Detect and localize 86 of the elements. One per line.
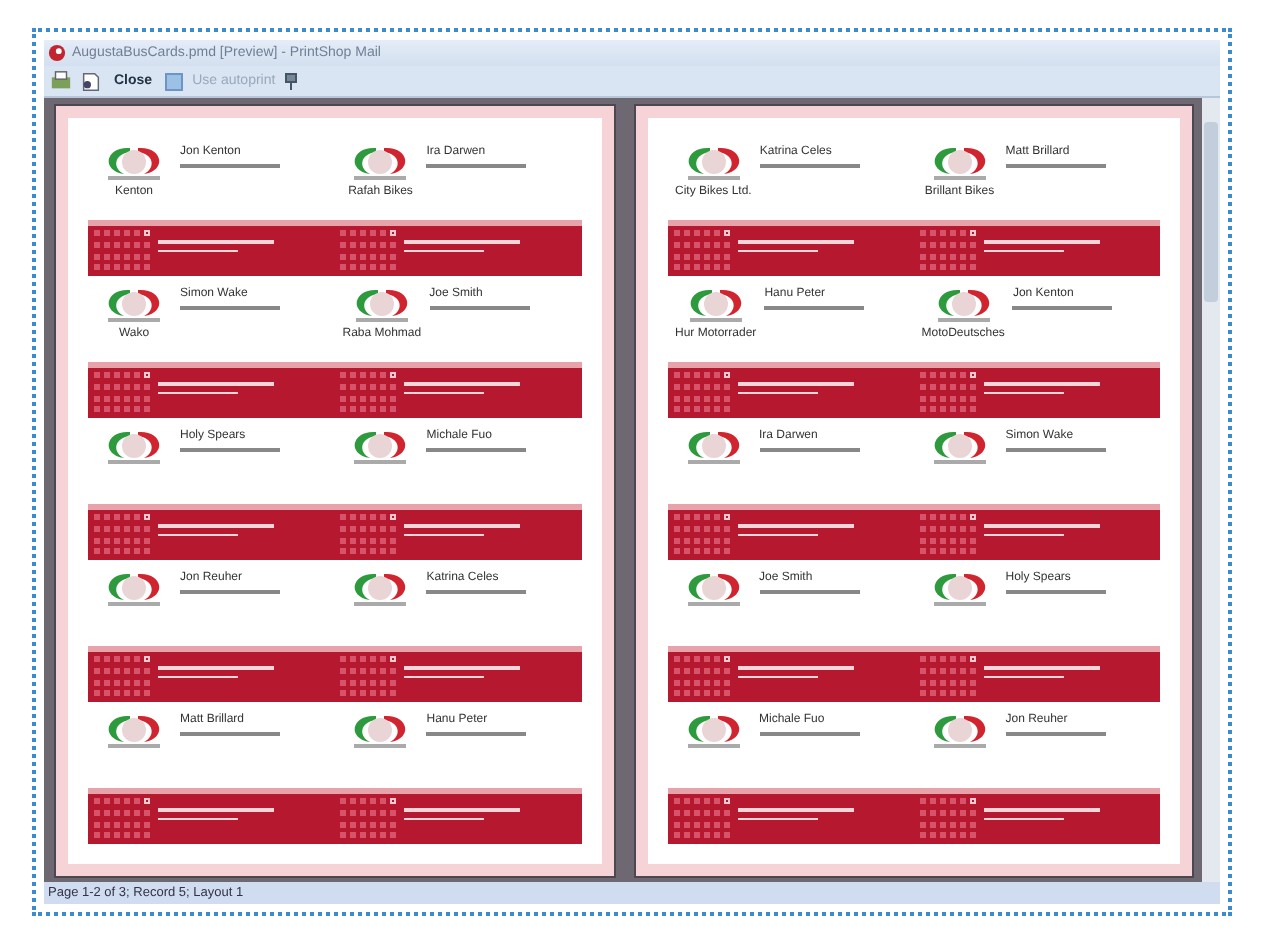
dot-pattern — [340, 372, 397, 414]
illegible-text-line — [737, 817, 817, 820]
illegible-text-line — [404, 675, 485, 678]
illegible-text-line — [158, 249, 238, 252]
illegible-text-line — [426, 590, 527, 594]
illegible-text-line — [983, 817, 1064, 820]
illegible-text-line — [737, 240, 853, 243]
illegible-text-line — [737, 666, 853, 669]
illegible-text-line — [983, 524, 1100, 527]
illegible-text-line — [404, 817, 485, 820]
illegible-text-line — [404, 524, 521, 527]
illegible-text-line — [404, 808, 521, 811]
illegible-text-line — [158, 675, 238, 678]
dot-pattern — [673, 514, 729, 556]
illegible-text-line — [429, 306, 530, 310]
illegible-text-line — [759, 164, 860, 168]
illegible-text-line — [426, 164, 527, 168]
dot-pattern — [340, 798, 397, 840]
dot-pattern — [340, 656, 397, 698]
illegible-text-line — [404, 391, 485, 394]
illegible-text-line — [983, 382, 1100, 385]
dot-pattern — [919, 514, 976, 556]
illegible-text-line — [180, 590, 280, 594]
page-icon[interactable] — [80, 70, 102, 92]
illegible-text-line — [158, 808, 274, 811]
scrollbar[interactable] — [1202, 98, 1220, 882]
illegible-text-line — [737, 249, 817, 252]
illegible-text-line — [737, 391, 817, 394]
illegible-text-line — [158, 817, 238, 820]
dot-pattern — [94, 656, 150, 698]
illegible-text-line — [983, 533, 1064, 536]
app-icon — [48, 44, 66, 62]
illegible-text-line — [180, 732, 280, 736]
illegible-text-line — [180, 448, 280, 452]
illegible-text-line — [737, 524, 853, 527]
dot-pattern — [94, 230, 150, 272]
illegible-text-line — [404, 240, 521, 243]
illegible-text-line — [737, 675, 817, 678]
illegible-text-line — [983, 675, 1064, 678]
illegible-text-line — [1005, 164, 1106, 168]
illegible-text-line — [759, 732, 859, 736]
dot-pattern — [94, 798, 150, 840]
illegible-text-line — [404, 666, 521, 669]
dot-pattern — [919, 230, 976, 272]
pin-icon[interactable] — [283, 72, 298, 90]
dot-pattern — [673, 230, 729, 272]
autoprint-icon — [164, 71, 185, 91]
illegible-text-line — [180, 306, 280, 310]
illegible-text-line — [158, 382, 274, 385]
illegible-text-line — [983, 391, 1064, 394]
illegible-text-line — [158, 533, 238, 536]
dot-pattern — [94, 514, 150, 556]
illegible-text-line — [764, 306, 865, 310]
illegible-text-line — [158, 666, 274, 669]
illegible-text-line — [158, 391, 238, 394]
dot-pattern — [340, 514, 397, 556]
dot-pattern — [673, 656, 729, 698]
dot-pattern — [340, 230, 397, 272]
illegible-text-line — [737, 382, 853, 385]
illegible-text-line — [1005, 590, 1106, 594]
illegible-text-line — [158, 524, 274, 527]
illegible-text-line — [1005, 448, 1106, 452]
illegible-text-line — [759, 448, 859, 452]
dot-pattern — [919, 798, 976, 840]
dot-pattern — [919, 656, 976, 698]
illegible-text-line — [737, 808, 853, 811]
illegible-text-line — [158, 240, 274, 243]
dot-pattern — [919, 372, 976, 414]
dot-pattern — [673, 372, 729, 414]
dot-pattern — [94, 372, 150, 414]
illegible-text-line — [759, 590, 859, 594]
printer-icon[interactable] — [50, 70, 72, 92]
dot-pattern — [673, 798, 729, 840]
illegible-text-line — [404, 249, 485, 252]
illegible-text-line — [983, 249, 1064, 252]
illegible-text-line — [983, 666, 1100, 669]
illegible-text-line — [404, 533, 485, 536]
illegible-text-line — [983, 240, 1100, 243]
illegible-text-line — [1005, 732, 1106, 736]
illegible-text-line — [180, 164, 280, 168]
illegible-text-line — [1012, 306, 1113, 310]
illegible-text-line — [404, 382, 521, 385]
illegible-text-line — [737, 533, 817, 536]
illegible-text-line — [426, 448, 527, 452]
illegible-text-line — [983, 808, 1100, 811]
illegible-text-line — [426, 732, 527, 736]
